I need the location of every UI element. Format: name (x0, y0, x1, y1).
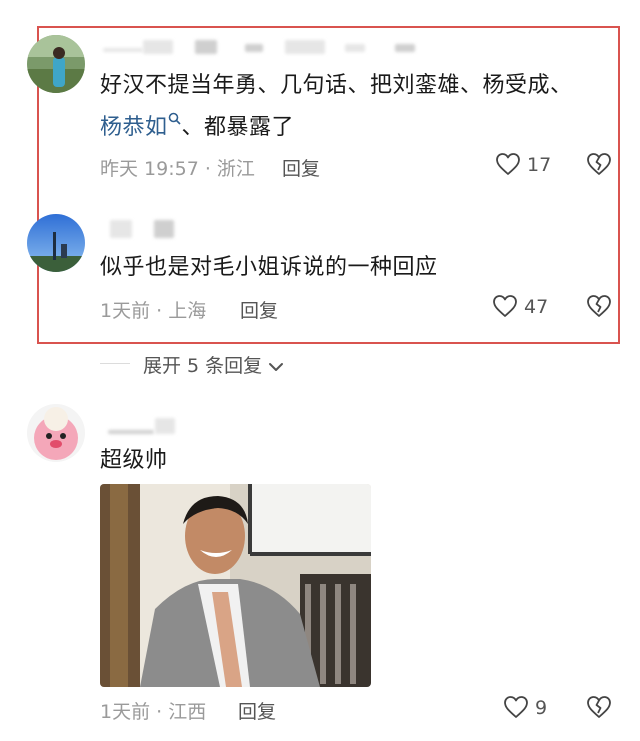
mention-link[interactable]: 杨恭如 (100, 115, 168, 140)
reply-button[interactable]: 回复 (240, 296, 278, 323)
comment-text: 超级帅 (100, 448, 168, 473)
like-count: 9 (535, 697, 548, 719)
comment-time: 1天前 · 江西 (100, 701, 207, 723)
chevron-down-icon (268, 361, 284, 373)
like-count: 17 (527, 154, 552, 176)
heart-icon[interactable] (492, 294, 518, 318)
username-blurred (143, 40, 173, 54)
like-count: 47 (524, 296, 549, 318)
username-blurred (110, 220, 132, 238)
expand-replies-button[interactable]: 展开 5 条回复 (143, 351, 284, 378)
heart-icon[interactable] (503, 695, 529, 719)
comment-photo[interactable] (100, 484, 371, 687)
username-blurred (154, 220, 174, 238)
comment-time: 昨天 19:57 · 浙江 (100, 158, 255, 180)
expand-divider (100, 363, 130, 364)
username-blurred (195, 40, 217, 54)
expand-replies-label: 展开 5 条回复 (143, 355, 263, 377)
broken-heart-icon[interactable] (586, 695, 612, 719)
username-blurred (245, 44, 263, 52)
comment-text: 好汉不提当年勇、几句话、把刘銮雄、杨受成、 (100, 73, 573, 98)
search-icon[interactable] (168, 112, 182, 126)
username-blurred (285, 40, 325, 54)
heart-icon[interactable] (495, 152, 521, 176)
comment-text-line2: 杨恭如 、都暴露了 (100, 110, 294, 146)
username-blurred (345, 44, 365, 52)
username-blurred (155, 418, 175, 434)
broken-heart-icon[interactable] (586, 294, 612, 318)
avatar[interactable] (27, 404, 85, 462)
comment-text-rest: 、都暴露了 (181, 115, 295, 140)
username-blurred (108, 430, 154, 434)
reply-button[interactable]: 回复 (282, 154, 320, 181)
comment-text: 似乎也是对毛小姐诉说的一种回应 (100, 255, 438, 280)
comment-time: 1天前 · 上海 (100, 300, 207, 322)
username-blurred (395, 44, 415, 52)
broken-heart-icon[interactable] (586, 152, 612, 176)
username-blurred (103, 48, 143, 52)
reply-button[interactable]: 回复 (238, 697, 276, 724)
avatar[interactable] (27, 214, 85, 272)
avatar[interactable] (27, 35, 85, 93)
